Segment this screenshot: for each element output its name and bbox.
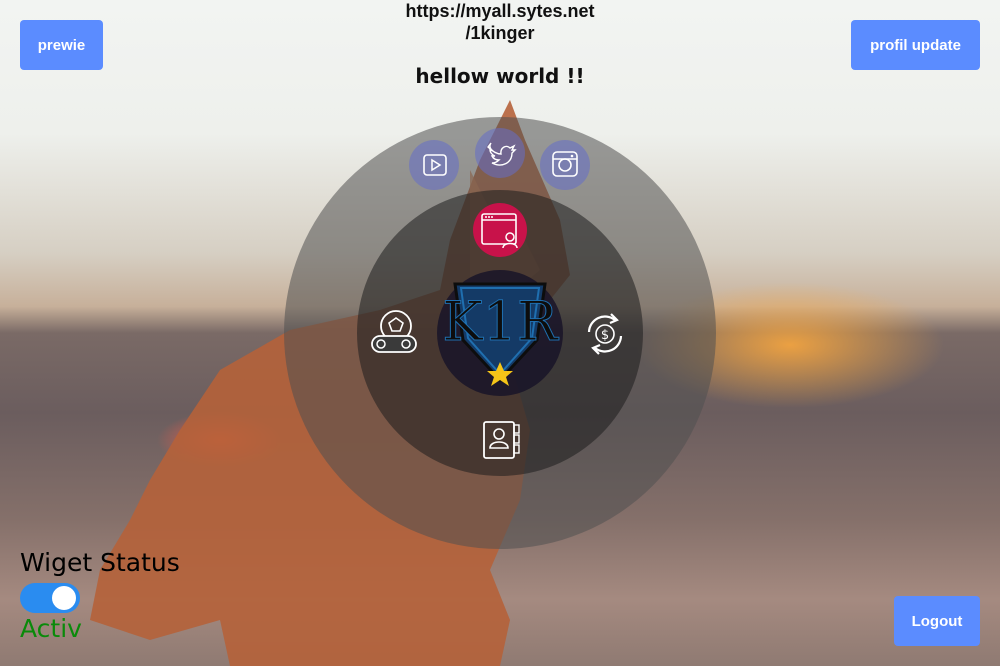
logout-button[interactable]: Logout xyxy=(894,596,980,646)
preview-button[interactable]: prewie xyxy=(20,20,103,70)
widget-status-text: Activ xyxy=(20,614,82,643)
currency-exchange-icon[interactable]: $ xyxy=(577,306,633,362)
site-url-line1: https://myall.sytes.net xyxy=(405,1,595,21)
games-icon[interactable] xyxy=(366,306,422,362)
twitter-icon[interactable] xyxy=(475,128,525,178)
youtube-icon[interactable] xyxy=(409,140,459,190)
greeting-heading: hellow world !! xyxy=(415,64,585,88)
site-url: https://myall.sytes.net /1kinger xyxy=(380,0,620,44)
k1r-shield-logo[interactable]: K1R xyxy=(437,270,563,396)
instagram-icon[interactable] xyxy=(540,140,590,190)
contacts-icon[interactable] xyxy=(474,412,530,468)
user-app-icon[interactable] xyxy=(473,203,527,257)
site-url-line2: /1kinger xyxy=(465,23,535,43)
profile-update-button[interactable]: profil update xyxy=(851,20,980,70)
toggle-knob xyxy=(52,586,76,610)
svg-text:$: $ xyxy=(601,328,609,343)
widget-status-title: Wiget Status xyxy=(20,548,180,577)
widget-status-toggle[interactable] xyxy=(20,583,80,613)
svg-text:K1R: K1R xyxy=(442,290,559,353)
